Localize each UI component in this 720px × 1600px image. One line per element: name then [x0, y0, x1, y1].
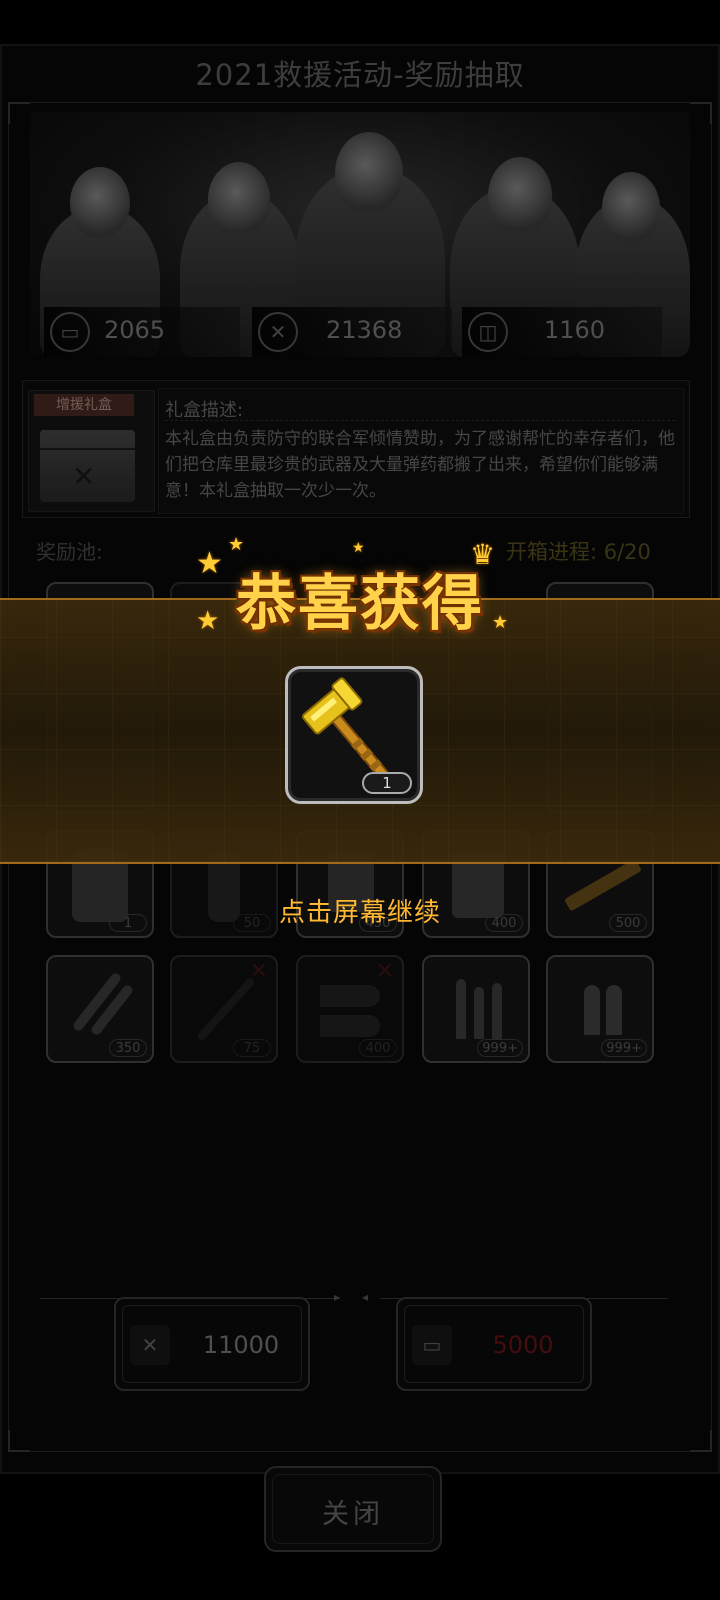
congrats-title: 恭喜获得 [236, 569, 484, 639]
reward-quantity: 1 [362, 772, 412, 794]
star-icon: ★ [228, 534, 245, 555]
star-icon: ★ [352, 540, 365, 556]
obtained-reward-slot: 1 [285, 666, 423, 804]
tap-to-continue-hint: 点击屏幕继续 [278, 898, 441, 928]
